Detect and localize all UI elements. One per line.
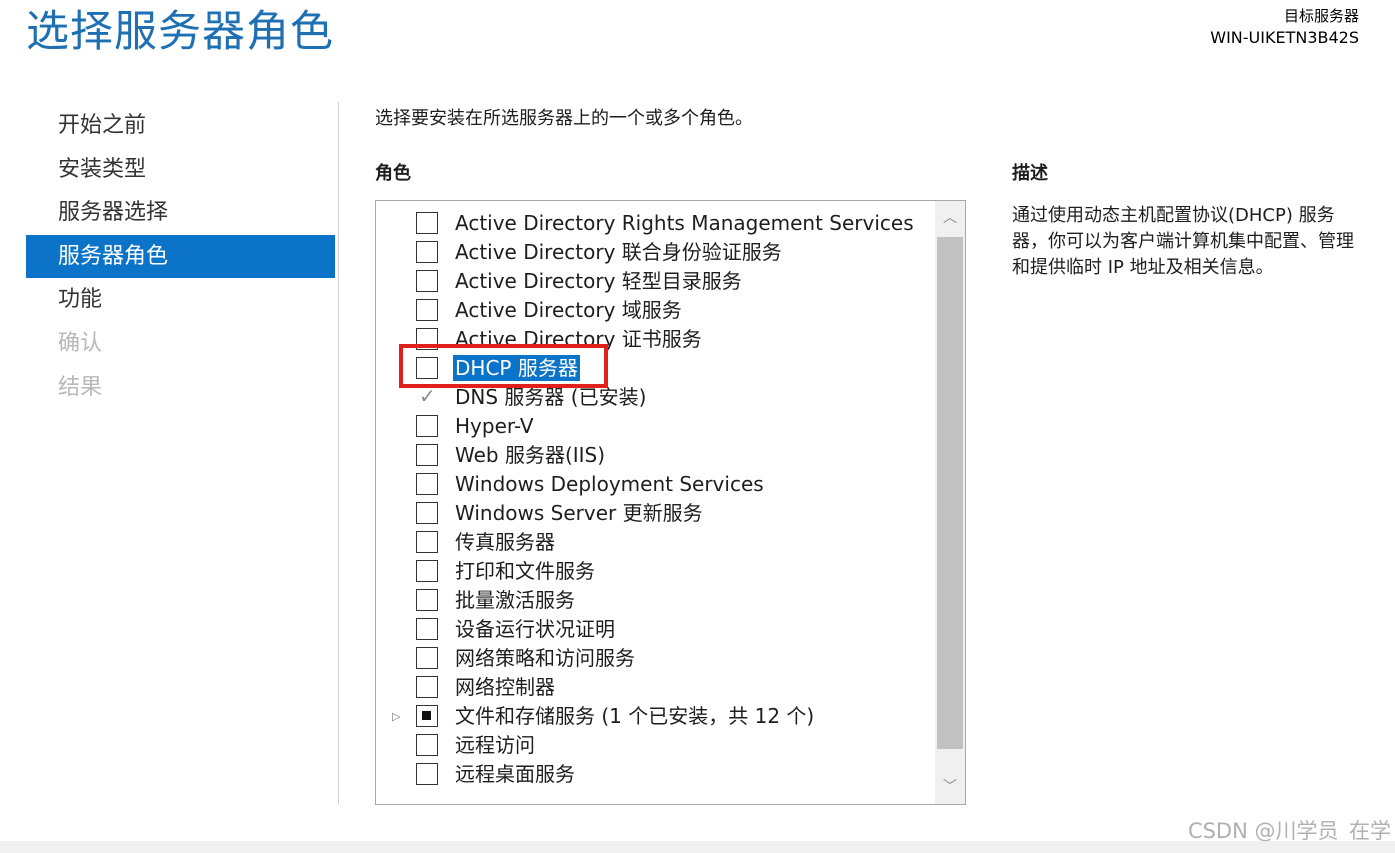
role-label[interactable]: 打印和文件服务 (453, 557, 597, 586)
nav-item-features[interactable]: 功能 (26, 278, 335, 322)
role-checkbox[interactable] (416, 299, 438, 321)
role-label[interactable]: Active Directory Rights Management Servi… (453, 209, 916, 238)
role-checkbox[interactable] (416, 415, 438, 437)
role-checkbox[interactable] (416, 444, 438, 466)
role-checkbox (416, 383, 438, 409)
instruction-text: 选择要安装在所选服务器上的一个或多个角色。 (375, 108, 753, 129)
role-label[interactable]: Active Directory 轻型目录服务 (453, 267, 744, 296)
role-checkbox[interactable] (416, 473, 438, 495)
role-item[interactable]: ▷ 文件和存储服务 (1 个已安装，共 12 个) (376, 702, 932, 731)
role-item[interactable]: Active Directory 轻型目录服务 (376, 267, 932, 296)
role-label[interactable]: 网络控制器 (453, 673, 557, 702)
role-label[interactable]: DHCP 服务器 (453, 355, 580, 381)
role-item[interactable]: DHCP 服务器 (376, 354, 932, 383)
target-server-label: 目标服务器 (1283, 7, 1359, 25)
role-item[interactable]: 远程访问 (376, 731, 932, 760)
role-item[interactable]: Active Directory 域服务 (376, 296, 932, 325)
role-label[interactable]: 设备运行状况证明 (453, 615, 617, 644)
role-checkbox[interactable] (416, 328, 438, 350)
role-checkbox[interactable] (416, 647, 438, 669)
role-label[interactable]: 传真服务器 (453, 528, 557, 557)
role-label[interactable]: Web 服务器(IIS) (453, 441, 607, 470)
role-item[interactable]: 设备运行状况证明 (376, 615, 932, 644)
role-checkbox[interactable] (416, 241, 438, 263)
role-item[interactable]: 批量激活服务 (376, 586, 932, 615)
role-item[interactable]: Web 服务器(IIS) (376, 441, 932, 470)
target-server-name: WIN-UIKETN3B42S (1210, 28, 1359, 47)
scroll-thumb[interactable] (937, 237, 963, 749)
role-checkbox[interactable] (416, 734, 438, 756)
nav-item-confirmation: 确认 (58, 330, 103, 356)
role-item[interactable]: Windows Server 更新服务 (376, 499, 932, 528)
role-item[interactable]: 网络策略和访问服务 (376, 644, 932, 673)
role-item[interactable]: 网络控制器 (376, 673, 932, 702)
role-label[interactable]: Windows Server 更新服务 (453, 499, 705, 528)
role-checkbox[interactable] (416, 531, 438, 553)
wizard-nav: 开始之前 安装类型 服务器选择 服务器角色 功能 确认 结果 (26, 104, 335, 409)
bottom-bar (0, 841, 1395, 853)
role-label[interactable]: Hyper-V (453, 412, 536, 441)
roles-list-box[interactable]: Active Directory Rights Management Servi… (375, 200, 966, 805)
role-item[interactable]: Active Directory 证书服务 (376, 325, 932, 354)
target-server-info: 目标服务器 WIN-UIKETN3B42S (1210, 5, 1359, 49)
nav-item-before-you-begin[interactable]: 开始之前 (26, 104, 335, 148)
page-title: 选择服务器角色 (26, 7, 334, 57)
roles-scrollbar[interactable]: ︿ ﹀ (935, 201, 965, 804)
role-checkbox[interactable] (416, 589, 438, 611)
role-label[interactable]: 网络策略和访问服务 (453, 644, 637, 673)
description-text: 通过使用动态主机配置协议(DHCP) 服务器，你可以为客户端计算机集中配置、管理… (1012, 205, 1354, 278)
nav-item-server-selection[interactable]: 服务器选择 (26, 191, 335, 235)
role-item[interactable]: Active Directory Rights Management Servi… (376, 209, 932, 238)
roles-heading: 角色 (375, 163, 411, 184)
scroll-up-icon[interactable]: ︿ (935, 203, 965, 233)
role-checkbox[interactable] (416, 357, 438, 379)
role-checkbox[interactable] (416, 618, 438, 640)
role-label[interactable]: Active Directory 域服务 (453, 296, 684, 325)
roles-list: Active Directory Rights Management Servi… (376, 209, 932, 789)
role-label[interactable]: DNS 服务器 (已安装) (453, 383, 648, 412)
role-checkbox[interactable] (416, 560, 438, 582)
role-item[interactable]: 远程桌面服务 (376, 760, 932, 789)
role-label[interactable]: Active Directory 证书服务 (453, 325, 704, 354)
role-checkbox[interactable] (416, 270, 438, 292)
role-checkbox[interactable] (416, 676, 438, 698)
role-item[interactable]: Windows Deployment Services (376, 470, 932, 499)
description-heading: 描述 (1012, 163, 1048, 184)
role-item[interactable]: Active Directory 联合身份验证服务 (376, 238, 932, 267)
role-label[interactable]: Windows Deployment Services (453, 470, 766, 499)
role-item[interactable]: Hyper-V (376, 412, 932, 441)
scroll-down-icon[interactable]: ﹀ (935, 772, 965, 802)
role-label[interactable]: 批量激活服务 (453, 586, 577, 615)
role-item[interactable]: DNS 服务器 (已安装) (376, 383, 932, 412)
role-item[interactable]: 传真服务器 (376, 528, 932, 557)
nav-divider (338, 102, 339, 804)
role-label[interactable]: 远程桌面服务 (453, 760, 577, 789)
role-item[interactable]: 打印和文件服务 (376, 557, 932, 586)
nav-item-server-roles[interactable]: 服务器角色 (26, 234, 335, 279)
role-checkbox[interactable] (416, 763, 438, 785)
role-label[interactable]: Active Directory 联合身份验证服务 (453, 238, 784, 267)
role-label[interactable]: 远程访问 (453, 731, 537, 760)
expand-arrow-icon[interactable]: ▷ (392, 702, 404, 731)
role-label[interactable]: 文件和存储服务 (1 个已安装，共 12 个) (453, 702, 816, 731)
role-checkbox[interactable] (416, 502, 438, 524)
role-checkbox[interactable] (416, 212, 438, 234)
role-checkbox[interactable] (416, 705, 438, 727)
nav-item-installation-type[interactable]: 安装类型 (26, 148, 335, 192)
nav-item-results: 结果 (58, 374, 103, 400)
